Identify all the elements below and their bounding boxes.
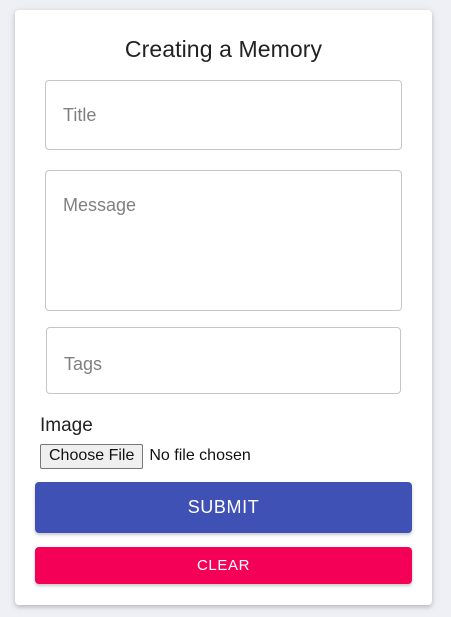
form-heading: Creating a Memory xyxy=(124,36,323,62)
choose-file-button[interactable]: Choose File xyxy=(40,443,144,469)
message-placeholder: Message xyxy=(63,195,137,215)
clear-button[interactable]: CLEAR xyxy=(35,547,412,584)
message-textarea[interactable]: Message xyxy=(45,170,402,311)
memory-form-card: Creating a Memory Title Message Tags Ima… xyxy=(15,10,432,605)
title-placeholder: Title xyxy=(63,105,97,125)
title-input[interactable]: Title xyxy=(45,80,402,150)
submit-button[interactable]: SUBMIT xyxy=(35,482,412,533)
file-status: No file chosen xyxy=(149,447,251,464)
tags-input[interactable]: Tags xyxy=(46,327,401,394)
tags-placeholder: Tags xyxy=(64,354,103,374)
image-label: Image xyxy=(40,415,93,436)
file-input: Choose File No file chosen xyxy=(40,443,251,469)
